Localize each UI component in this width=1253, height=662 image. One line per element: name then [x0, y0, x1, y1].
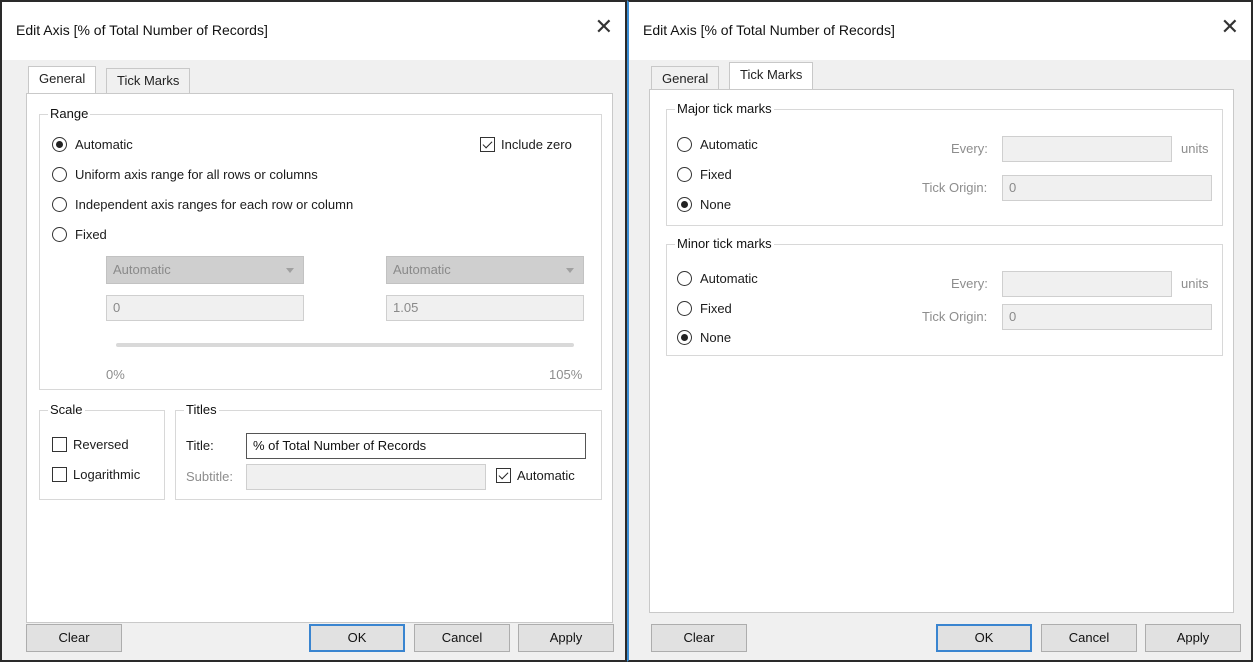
- range-option-label: Uniform axis range for all rows or colum…: [75, 167, 318, 182]
- titles-group-title: Titles: [184, 402, 219, 417]
- radio-unselected[interactable]: [52, 227, 67, 242]
- subtitle-label: Subtitle:: [186, 469, 233, 484]
- minor-option-none[interactable]: None: [677, 330, 731, 345]
- major-option-label: Fixed: [700, 167, 732, 182]
- ok-button[interactable]: OK: [309, 624, 405, 652]
- minor-every-label: Every:: [951, 276, 988, 291]
- checkbox-checked[interactable]: [496, 468, 511, 483]
- dialog-title: Edit Axis [% of Total Number of Records]: [643, 22, 895, 38]
- apply-button[interactable]: Apply: [1145, 624, 1241, 652]
- reversed-checkbox[interactable]: Reversed: [52, 437, 129, 452]
- range-option-label: Fixed: [75, 227, 107, 242]
- title-bar: Edit Axis [% of Total Number of Records]…: [2, 2, 625, 60]
- title-input[interactable]: % of Total Number of Records: [246, 433, 586, 459]
- minor-option-label: Automatic: [700, 271, 758, 286]
- logarithmic-checkbox[interactable]: Logarithmic: [52, 467, 140, 482]
- minor-every-input[interactable]: [1002, 271, 1172, 297]
- tab-tick-marks[interactable]: Tick Marks: [729, 62, 814, 90]
- close-icon[interactable]: ✕: [595, 16, 613, 38]
- range-option-uniform[interactable]: Uniform axis range for all rows or colum…: [52, 167, 318, 182]
- title-label: Title:: [186, 438, 214, 453]
- fixed-end-select-value: Automatic: [393, 262, 451, 277]
- checkbox-unchecked[interactable]: [52, 467, 67, 482]
- logarithmic-label: Logarithmic: [73, 467, 141, 482]
- range-group: Range Automatic Include zero Uniform axi…: [39, 106, 602, 390]
- range-option-independent[interactable]: Independent axis ranges for each row or …: [52, 197, 353, 212]
- edit-axis-dialog-general: Edit Axis [% of Total Number of Records]…: [0, 0, 627, 662]
- automatic-label: Automatic: [517, 468, 575, 483]
- minor-option-label: None: [700, 330, 732, 345]
- clear-button[interactable]: Clear: [26, 624, 122, 652]
- tab-general[interactable]: General: [28, 66, 97, 94]
- minor-group-title: Minor tick marks: [675, 236, 774, 251]
- subtitle-automatic-checkbox[interactable]: Automatic: [496, 468, 575, 483]
- fixed-end-select[interactable]: Automatic: [386, 256, 584, 284]
- fixed-start-select-value: Automatic: [113, 262, 171, 277]
- range-option-label: Automatic: [75, 137, 133, 152]
- reversed-label: Reversed: [73, 437, 129, 452]
- radio-unselected[interactable]: [52, 167, 67, 182]
- fixed-start-select[interactable]: Automatic: [106, 256, 304, 284]
- include-zero-label: Include zero: [501, 137, 572, 152]
- tick-marks-panel: Major tick marks Automatic Fixed None Ev…: [649, 89, 1234, 613]
- checkbox-unchecked[interactable]: [52, 437, 67, 452]
- radio-unselected[interactable]: [52, 197, 67, 212]
- scale-group: Scale Reversed Logarithmic: [39, 402, 165, 500]
- major-option-automatic[interactable]: Automatic: [677, 137, 758, 152]
- major-units-label: units: [1181, 141, 1209, 156]
- minor-option-fixed[interactable]: Fixed: [677, 301, 732, 316]
- major-option-label: None: [700, 197, 732, 212]
- radio-selected[interactable]: [677, 197, 692, 212]
- radio-unselected[interactable]: [677, 167, 692, 182]
- checkbox-checked[interactable]: [480, 137, 495, 152]
- radio-unselected[interactable]: [677, 137, 692, 152]
- close-icon[interactable]: ✕: [1221, 16, 1239, 38]
- include-zero-checkbox[interactable]: Include zero: [480, 137, 572, 152]
- slider-min-label: 0%: [106, 367, 125, 382]
- minor-tick-origin-input[interactable]: 0: [1002, 304, 1212, 330]
- dialog-title: Edit Axis [% of Total Number of Records]: [16, 22, 268, 38]
- slider-max-label: 105%: [549, 367, 583, 382]
- titles-group: Titles Title: % of Total Number of Recor…: [175, 402, 602, 500]
- major-option-label: Automatic: [700, 137, 758, 152]
- subtitle-input[interactable]: [246, 464, 486, 490]
- minor-tick-marks-group: Minor tick marks Automatic Fixed None Ev…: [666, 236, 1223, 356]
- scale-group-title: Scale: [48, 402, 85, 417]
- apply-button[interactable]: Apply: [518, 624, 614, 652]
- radio-unselected[interactable]: [677, 301, 692, 316]
- major-tick-origin-input[interactable]: 0: [1002, 175, 1212, 201]
- general-panel: Range Automatic Include zero Uniform axi…: [26, 93, 613, 623]
- radio-selected[interactable]: [677, 330, 692, 345]
- major-option-fixed[interactable]: Fixed: [677, 167, 732, 182]
- fixed-end-input[interactable]: 1.05: [386, 295, 584, 321]
- range-option-automatic[interactable]: Automatic: [52, 137, 133, 152]
- major-option-none[interactable]: None: [677, 197, 731, 212]
- minor-tick-origin-label: Tick Origin:: [922, 309, 988, 324]
- cancel-button[interactable]: Cancel: [414, 624, 510, 652]
- range-group-title: Range: [48, 106, 91, 121]
- minor-option-label: Fixed: [700, 301, 732, 316]
- major-tick-marks-group: Major tick marks Automatic Fixed None Ev…: [666, 101, 1223, 226]
- cancel-button[interactable]: Cancel: [1041, 624, 1137, 652]
- minor-option-automatic[interactable]: Automatic: [677, 271, 758, 286]
- radio-unselected[interactable]: [677, 271, 692, 286]
- major-tick-origin-label: Tick Origin:: [922, 180, 988, 195]
- radio-selected[interactable]: [52, 137, 67, 152]
- ok-button[interactable]: OK: [936, 624, 1032, 652]
- range-slider[interactable]: [116, 343, 574, 347]
- major-group-title: Major tick marks: [675, 101, 774, 116]
- minor-units-label: units: [1181, 276, 1209, 291]
- fixed-start-input[interactable]: 0: [106, 295, 304, 321]
- range-option-label: Independent axis ranges for each row or …: [75, 197, 354, 212]
- major-every-label: Every:: [951, 141, 988, 156]
- chevron-down-icon: [566, 268, 574, 273]
- range-option-fixed[interactable]: Fixed: [52, 227, 107, 242]
- major-every-input[interactable]: [1002, 136, 1172, 162]
- title-bar: Edit Axis [% of Total Number of Records]…: [629, 2, 1251, 60]
- chevron-down-icon: [286, 268, 294, 273]
- edit-axis-dialog-tick-marks: Edit Axis [% of Total Number of Records]…: [627, 0, 1253, 662]
- clear-button[interactable]: Clear: [651, 624, 747, 652]
- tab-tick-marks[interactable]: Tick Marks: [106, 68, 191, 94]
